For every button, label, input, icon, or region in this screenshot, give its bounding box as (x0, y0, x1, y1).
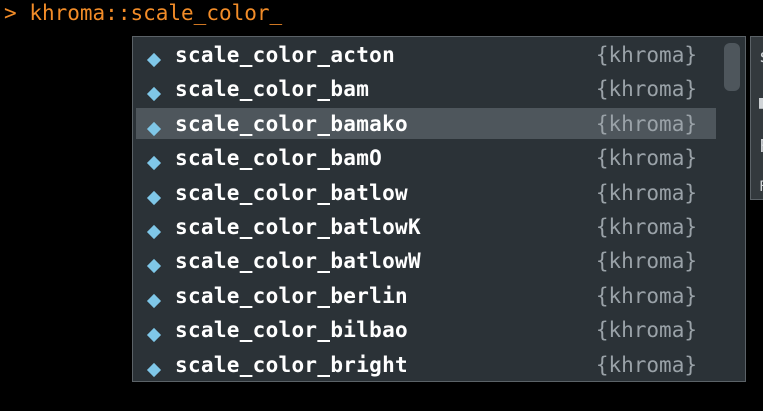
completion-package: {khroma} (595, 77, 697, 102)
help-fragment: ■ (759, 93, 763, 113)
completion-name: scale_color_bamO (175, 146, 383, 171)
completion-package: {khroma} (595, 43, 697, 67)
function-diamond-icon (146, 52, 162, 68)
completion-package: {khroma} (595, 146, 697, 171)
console-input-text[interactable]: khroma::scale_color_ (29, 1, 282, 25)
help-fragment: F (759, 177, 763, 197)
popup-scrollbar-thumb[interactable] (724, 43, 740, 91)
completion-name: scale_color_bamako (175, 111, 408, 136)
completion-name: scale_color_acton (175, 43, 396, 67)
completion-list: scale_color_acton {khroma} scale_color_b… (133, 38, 717, 381)
function-diamond-icon (146, 224, 162, 240)
function-diamond-icon (146, 293, 162, 308)
help-fragment: F (759, 137, 763, 157)
completion-item[interactable]: scale_color_bright {khroma} (133, 348, 717, 381)
completion-package: {khroma} (595, 283, 697, 308)
help-tooltip-panel: s ■ F F (750, 36, 763, 200)
completion-item[interactable]: scale_color_bam {khroma} (133, 72, 717, 106)
console-input-line[interactable]: > khroma::scale_color_ (4, 0, 282, 26)
completion-name: scale_color_bam (175, 77, 370, 102)
function-diamond-icon (146, 87, 162, 102)
completion-name: scale_color_batlowK (175, 214, 421, 239)
completion-item[interactable]: scale_color_batlowK {khroma} (133, 210, 717, 244)
completion-package: {khroma} (595, 111, 697, 136)
function-diamond-icon (146, 328, 162, 343)
completion-package: {khroma} (595, 352, 697, 377)
completion-name: scale_color_batlow (175, 180, 408, 205)
help-fragment: s (759, 47, 763, 67)
completion-name: scale_color_berlin (175, 283, 408, 308)
completion-name: scale_color_batlowW (175, 249, 421, 274)
completion-name: scale_color_bilbao (175, 318, 408, 343)
completion-package: {khroma} (595, 214, 697, 239)
function-diamond-icon (146, 259, 162, 274)
autocomplete-popup: scale_color_acton {khroma} scale_color_b… (132, 36, 746, 382)
completion-item-selected[interactable]: scale_color_bamako {khroma} (133, 107, 717, 141)
function-diamond-icon (146, 156, 162, 171)
completion-package: {khroma} (595, 318, 697, 343)
completion-item[interactable]: scale_color_acton {khroma} (133, 38, 717, 72)
completion-item[interactable]: scale_color_bamO {khroma} (133, 141, 717, 175)
function-diamond-icon (146, 362, 162, 377)
completion-name: scale_color_bright (175, 352, 408, 377)
completion-package: {khroma} (595, 249, 697, 274)
completion-item[interactable]: scale_color_berlin {khroma} (133, 279, 717, 313)
completion-package: {khroma} (595, 180, 697, 205)
function-diamond-icon (146, 190, 162, 205)
prompt-symbol: > (4, 1, 17, 25)
r-console: > khroma::scale_color_ scale_color_acton… (0, 0, 763, 411)
completion-item[interactable]: scale_color_batlow {khroma} (133, 176, 717, 210)
completion-item[interactable]: scale_color_batlowW {khroma} (133, 244, 717, 278)
completion-item[interactable]: scale_color_bilbao {khroma} (133, 313, 717, 347)
